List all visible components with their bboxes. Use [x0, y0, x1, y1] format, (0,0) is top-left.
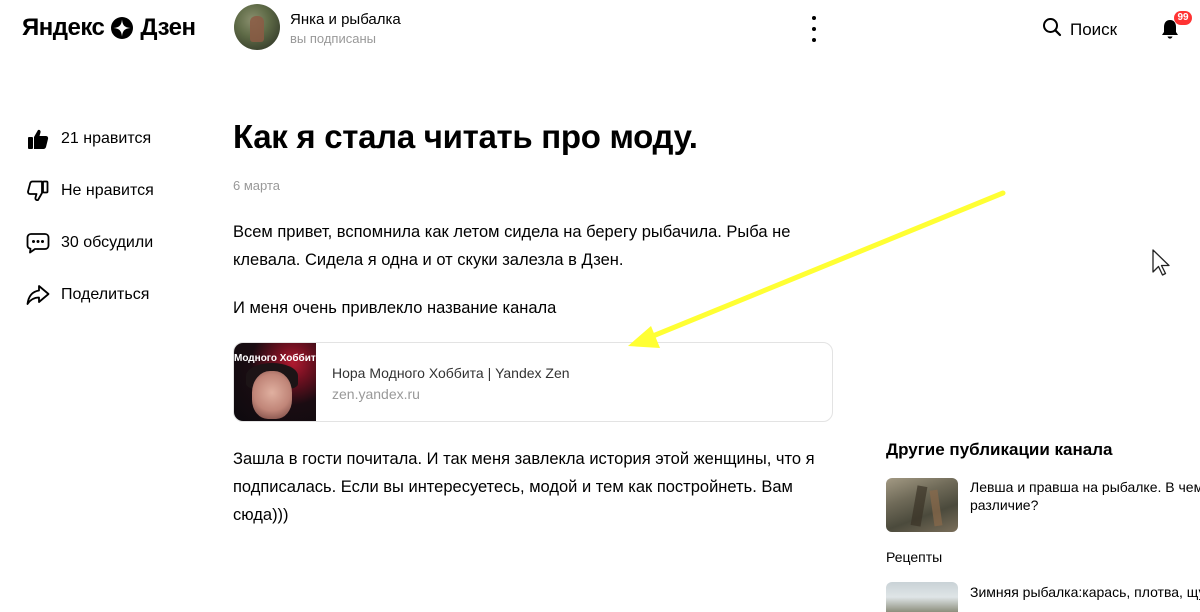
notifications-badge: 99 [1174, 11, 1192, 25]
logo-text-yandex: Яндекс [22, 14, 105, 41]
share-label: Поделиться [61, 286, 150, 303]
channel-avatar[interactable] [234, 4, 280, 50]
link-card-url: zen.yandex.ru [332, 386, 420, 402]
comment-icon [26, 231, 50, 255]
publication-thumbnail[interactable] [886, 478, 958, 532]
thumbs-up-icon [26, 127, 50, 151]
channel-link-card[interactable]: Модного Хоббит Нора Модного Хоббита | Ya… [233, 342, 833, 422]
zen-logo-icon [111, 17, 134, 39]
subscription-status: вы подписаны [290, 31, 376, 46]
logo-text-zen: Дзен [140, 14, 196, 41]
more-dots-icon [812, 16, 816, 20]
share-icon [26, 283, 50, 307]
search-button[interactable]: Поиск [1042, 17, 1117, 42]
article-paragraph: Зашла в гости почитала. И так меня завле… [233, 450, 815, 524]
comments-count-label: 30 обсудили [61, 234, 154, 251]
article-paragraph: Всем привет, вспомнила как летом сидела … [233, 223, 791, 269]
thumbnail-caption: Модного Хоббит [234, 353, 316, 364]
share-button[interactable]: Поделиться [26, 283, 149, 307]
more-options-button[interactable] [806, 16, 822, 42]
channel-name[interactable]: Янка и рыбалка [290, 11, 401, 28]
search-label: Поиск [1070, 19, 1118, 39]
category-label[interactable]: Рецепты [886, 549, 942, 565]
comments-button[interactable]: 30 обсудили [26, 231, 153, 255]
link-card-title: Нора Модного Хоббита | Yandex Zen [332, 365, 570, 381]
article-paragraph: И меня очень привлекло название канала [233, 299, 557, 317]
publication-thumbnail[interactable] [886, 582, 958, 612]
link-card-thumbnail: Модного Хоббит [234, 343, 316, 421]
mouse-cursor-icon [1152, 249, 1170, 276]
article-date: 6 марта [233, 178, 280, 193]
publication-title-link[interactable]: Зимняя рыбалка:карась, плотва, щука [970, 583, 1200, 601]
search-icon [1042, 17, 1062, 42]
like-button[interactable]: 21 нравится [26, 127, 151, 151]
publication-title-link[interactable]: Левша и правша на рыбалке. В чем различи… [970, 478, 1200, 514]
like-count-label: 21 нравится [61, 130, 152, 147]
other-publications-heading: Другие публикации канала [886, 440, 1113, 459]
yandex-zen-logo[interactable]: Яндекс Дзен [22, 14, 196, 42]
dislike-button[interactable]: Не нравится [26, 179, 154, 203]
thumbs-down-icon [26, 179, 50, 203]
dislike-label: Не нравится [61, 182, 154, 199]
article-title: Как я стала читать про моду. [233, 118, 698, 155]
